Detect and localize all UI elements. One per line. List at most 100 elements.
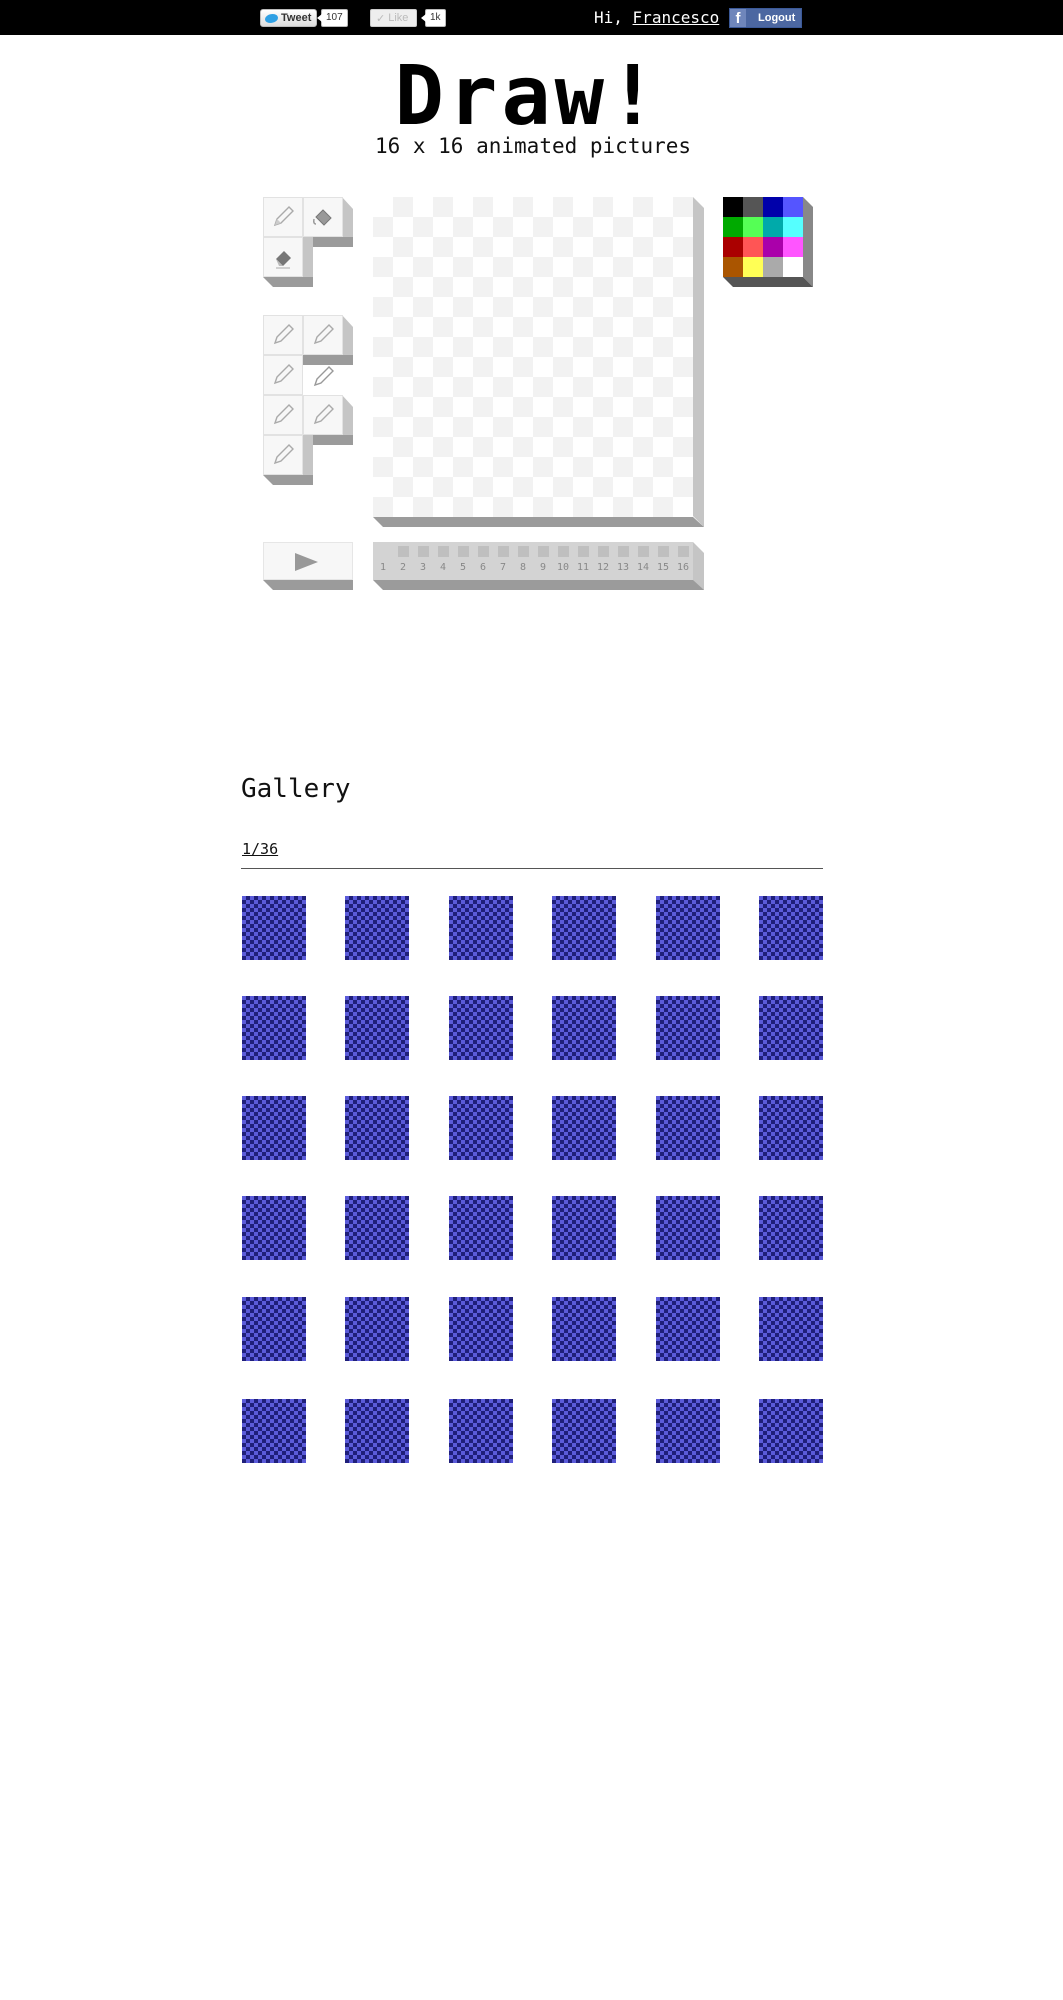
- gallery-thumbnail[interactable]: [345, 1297, 409, 1361]
- gallery-thumbnail[interactable]: [759, 1196, 823, 1260]
- gallery-thumbnail[interactable]: [759, 896, 823, 960]
- gallery-thumbnail[interactable]: [345, 1399, 409, 1463]
- frame-5[interactable]: 5: [453, 542, 473, 580]
- frame-10[interactable]: 10: [553, 542, 573, 580]
- gallery-thumbnail[interactable]: [759, 996, 823, 1060]
- frame-4[interactable]: 4: [433, 542, 453, 580]
- gallery-thumbnail[interactable]: [242, 896, 306, 960]
- brush-1[interactable]: [263, 315, 303, 355]
- gallery-thumbnail[interactable]: [449, 996, 513, 1060]
- gallery-thumbnail[interactable]: [345, 896, 409, 960]
- drawing-canvas[interactable]: [373, 197, 693, 517]
- frame-14[interactable]: 14: [633, 542, 653, 580]
- gallery-thumbnail[interactable]: [552, 1297, 616, 1361]
- play-button[interactable]: [263, 542, 353, 580]
- gallery-thumbnail[interactable]: [242, 1297, 306, 1361]
- gallery-page-indicator[interactable]: 1/36: [242, 840, 278, 858]
- gallery-thumbnail[interactable]: [242, 996, 306, 1060]
- palette-swatch[interactable]: [763, 237, 783, 257]
- gallery-thumbnail[interactable]: [345, 1096, 409, 1160]
- brush-4[interactable]: [303, 355, 343, 395]
- frame-number: 14: [636, 562, 650, 573]
- frame-7[interactable]: 7: [493, 542, 513, 580]
- palette-swatch[interactable]: [743, 217, 763, 237]
- greeting-text: Hi,: [594, 8, 623, 27]
- gallery-thumbnail[interactable]: [656, 896, 720, 960]
- gallery-thumbnail[interactable]: [449, 1399, 513, 1463]
- gallery-thumbnail[interactable]: [552, 1399, 616, 1463]
- gallery-thumbnail[interactable]: [242, 1196, 306, 1260]
- palette-swatch[interactable]: [743, 197, 763, 217]
- gallery-thumbnail[interactable]: [656, 1399, 720, 1463]
- palette-swatch[interactable]: [723, 237, 743, 257]
- gallery-thumbnail[interactable]: [449, 1096, 513, 1160]
- palette-swatch[interactable]: [723, 197, 743, 217]
- frame-9[interactable]: 9: [533, 542, 553, 580]
- frame-13[interactable]: 13: [613, 542, 633, 580]
- pencil-icon: [313, 366, 334, 387]
- brush-3[interactable]: [263, 355, 303, 395]
- gallery-thumbnail[interactable]: [449, 896, 513, 960]
- gallery-thumbnail[interactable]: [656, 1096, 720, 1160]
- frame-3[interactable]: 3: [413, 542, 433, 580]
- palette-swatch[interactable]: [743, 257, 763, 277]
- gallery-thumbnail[interactable]: [345, 996, 409, 1060]
- frame-8[interactable]: 8: [513, 542, 533, 580]
- frame-1[interactable]: 1: [373, 542, 393, 580]
- gallery-thumbnail[interactable]: [449, 1297, 513, 1361]
- gallery-thumbnail[interactable]: [242, 1399, 306, 1463]
- frame-number: 6: [479, 562, 487, 573]
- frame-thumbnail: [418, 546, 429, 557]
- pencil-icon: [273, 404, 294, 425]
- frame-12[interactable]: 12: [593, 542, 613, 580]
- gallery-thumbnail[interactable]: [759, 1096, 823, 1160]
- pencil-tool[interactable]: [263, 197, 303, 237]
- gallery-thumbnail[interactable]: [242, 1096, 306, 1160]
- gallery-title: Gallery: [241, 774, 351, 804]
- play-icon: [295, 553, 318, 571]
- gallery-thumbnail[interactable]: [759, 1297, 823, 1361]
- frame-6[interactable]: 6: [473, 542, 493, 580]
- gallery-thumbnail[interactable]: [759, 1399, 823, 1463]
- frame-number: 5: [459, 562, 467, 573]
- palette-swatch[interactable]: [763, 197, 783, 217]
- gallery-thumbnail[interactable]: [345, 1196, 409, 1260]
- palette-swatch[interactable]: [783, 257, 803, 277]
- frame-number: 7: [499, 562, 507, 573]
- palette-swatch[interactable]: [783, 237, 803, 257]
- palette-swatch[interactable]: [783, 217, 803, 237]
- frame-16[interactable]: 16: [673, 542, 693, 580]
- frame-number: 13: [616, 562, 630, 573]
- facebook-logout-button[interactable]: f Logout: [729, 8, 802, 28]
- palette-swatch[interactable]: [723, 257, 743, 277]
- gallery-thumbnail[interactable]: [656, 996, 720, 1060]
- frame-2[interactable]: 2: [393, 542, 413, 580]
- brush-5[interactable]: [263, 395, 303, 435]
- gallery-thumbnail[interactable]: [552, 896, 616, 960]
- gallery-thumbnail[interactable]: [656, 1196, 720, 1260]
- gallery-thumbnail[interactable]: [552, 1196, 616, 1260]
- eraser-tool[interactable]: [263, 237, 303, 277]
- gallery-thumbnail[interactable]: [449, 1196, 513, 1260]
- username-link[interactable]: Francesco: [633, 8, 720, 27]
- palette-swatch[interactable]: [723, 217, 743, 237]
- palette-swatch[interactable]: [763, 217, 783, 237]
- fill-tool[interactable]: [303, 197, 343, 237]
- brush-2[interactable]: [303, 315, 343, 355]
- top-bar: Tweet 107 ✓ Like 1k Hi, Francesco f Logo…: [0, 0, 1063, 35]
- tweet-button[interactable]: Tweet: [260, 9, 318, 27]
- gallery-thumbnail[interactable]: [552, 1096, 616, 1160]
- palette-swatch[interactable]: [763, 257, 783, 277]
- gallery-thumbnail[interactable]: [552, 996, 616, 1060]
- brush-7[interactable]: [263, 435, 303, 475]
- tweet-count: 107: [317, 9, 348, 27]
- frame-number: 1: [379, 562, 387, 573]
- palette-swatch[interactable]: [743, 237, 763, 257]
- gallery-thumbnail[interactable]: [656, 1297, 720, 1361]
- like-button[interactable]: ✓ Like: [370, 9, 417, 27]
- frame-thumbnail: [678, 546, 689, 557]
- brush-6[interactable]: [303, 395, 343, 435]
- palette-swatch[interactable]: [783, 197, 803, 217]
- frame-15[interactable]: 15: [653, 542, 673, 580]
- frame-11[interactable]: 11: [573, 542, 593, 580]
